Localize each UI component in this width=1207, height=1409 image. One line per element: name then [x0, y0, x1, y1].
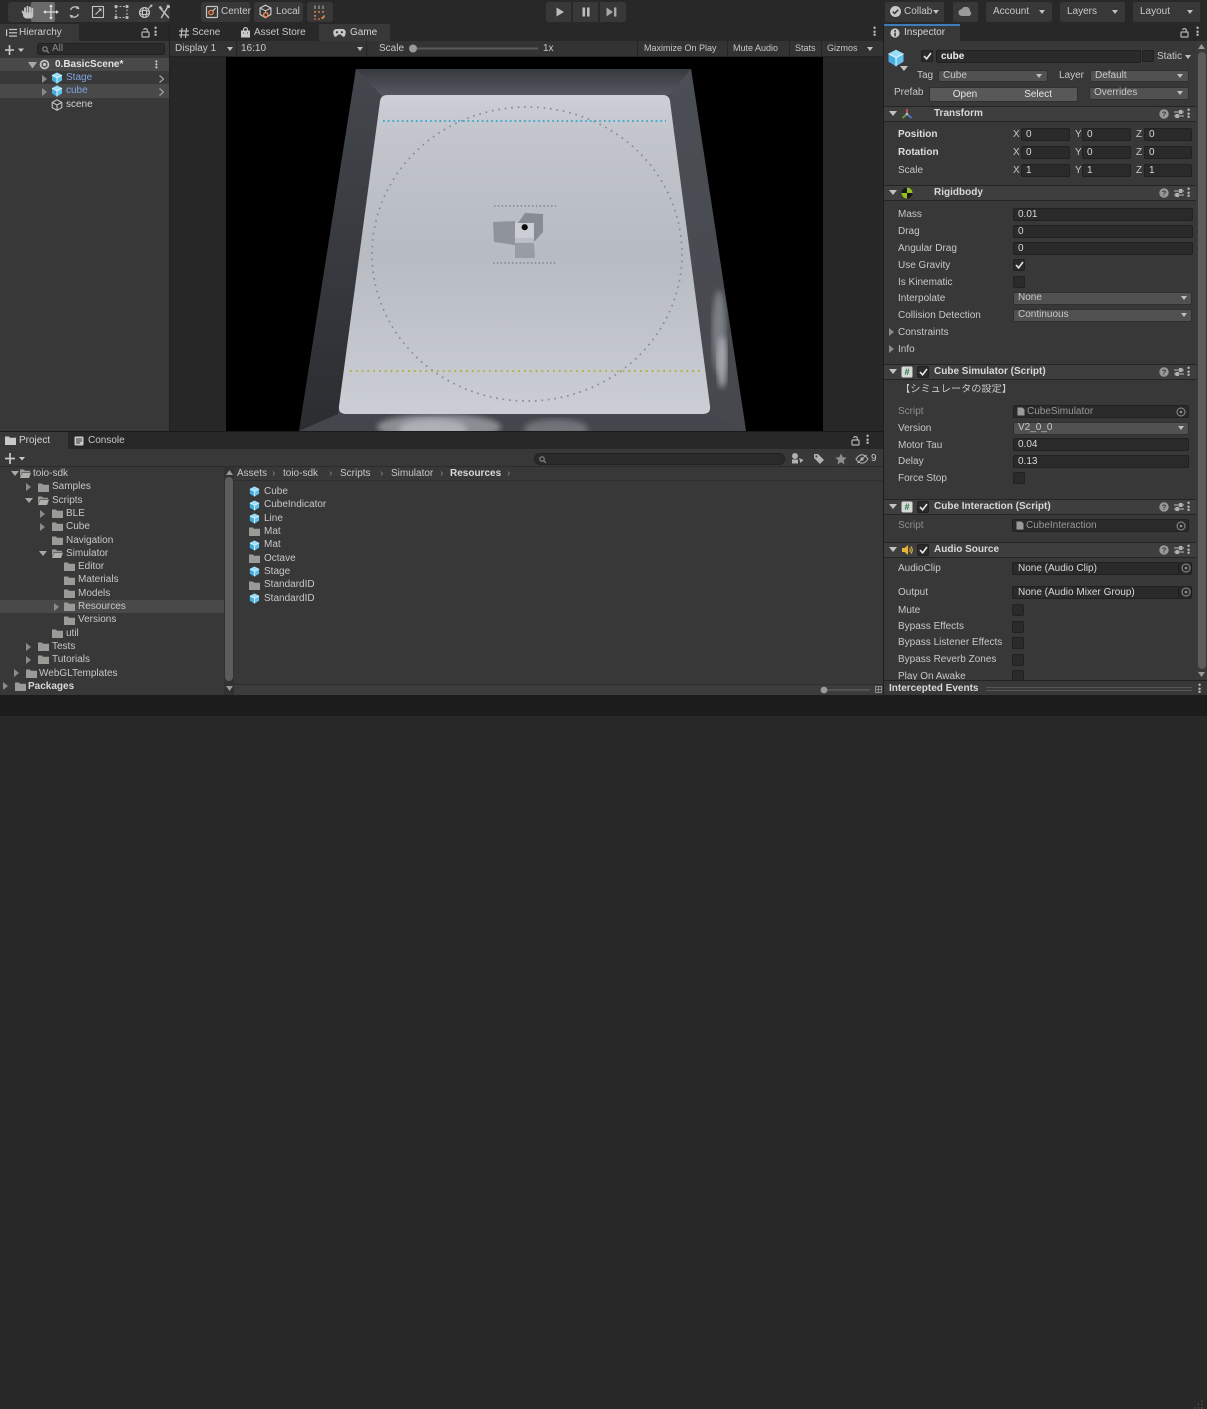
svg-text:?: ? — [1162, 368, 1167, 377]
svg-text:?: ? — [1162, 110, 1167, 119]
svg-text:#: # — [904, 502, 909, 512]
svg-text:?: ? — [1162, 503, 1167, 512]
svg-text:?: ? — [1162, 546, 1167, 555]
svg-text:?: ? — [1162, 189, 1167, 198]
svg-text:#: # — [904, 367, 909, 377]
